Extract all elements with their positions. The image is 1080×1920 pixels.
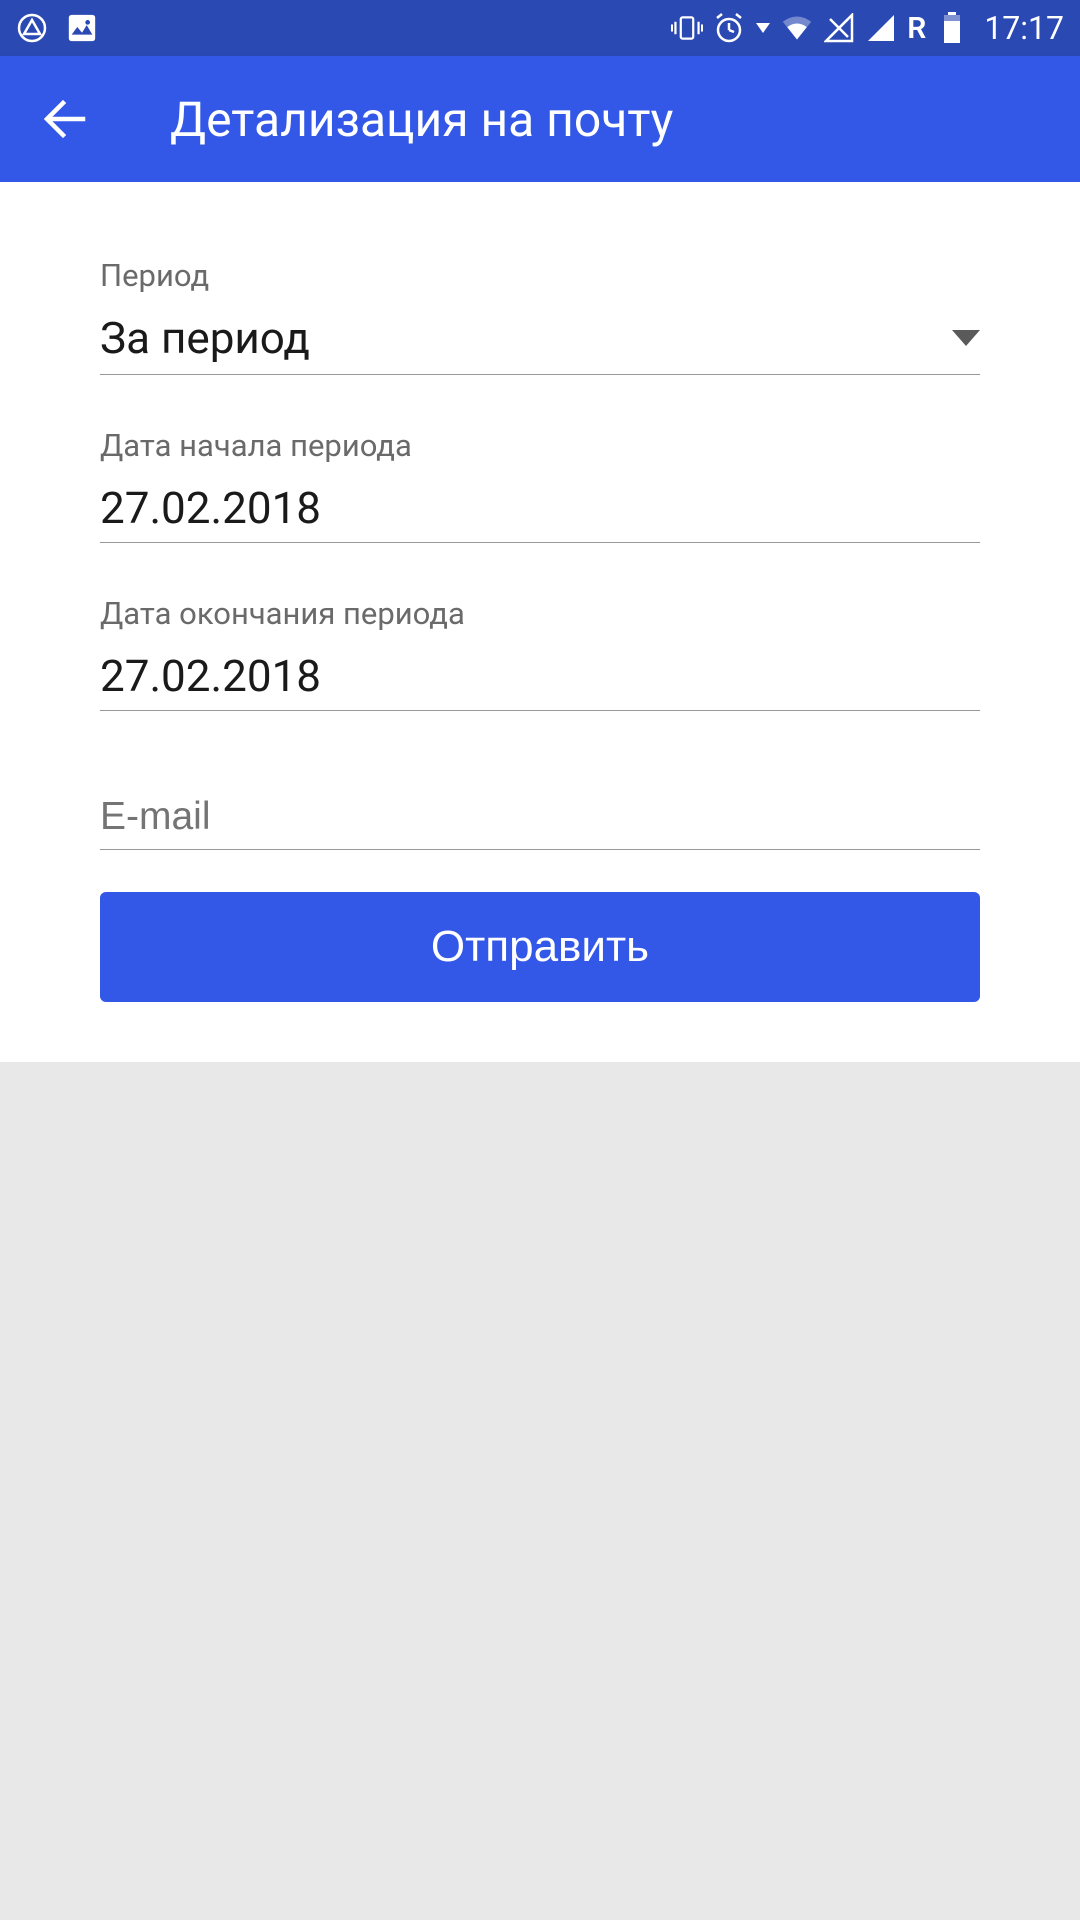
- end-date-field-group: Дата окончания периода 27.02.2018: [100, 595, 980, 711]
- signal-2-icon: [865, 12, 897, 44]
- period-select[interactable]: За период: [100, 312, 980, 375]
- start-date-label: Дата начала периода: [100, 427, 980, 464]
- status-right: R 17:17: [671, 9, 1064, 47]
- image-icon: [66, 12, 98, 44]
- app-notification-icon: [16, 12, 48, 44]
- start-date-field-group: Дата начала периода 27.02.2018: [100, 427, 980, 543]
- roaming-indicator: R: [907, 11, 926, 46]
- signal-1-icon: [823, 12, 855, 44]
- chevron-down-icon: [952, 330, 980, 346]
- email-field-wrap: [100, 795, 980, 850]
- alarm-icon: [713, 12, 745, 44]
- page-title: Детализация на почту: [170, 91, 673, 148]
- email-field[interactable]: [100, 795, 980, 839]
- form-card: Период За период Дата начала периода 27.…: [0, 182, 1080, 1062]
- start-date-field[interactable]: 27.02.2018: [100, 482, 980, 543]
- submit-button[interactable]: Отправить: [100, 892, 980, 1002]
- vibrate-icon: [671, 12, 703, 44]
- battery-icon: [936, 12, 968, 44]
- status-bar: R 17:17: [0, 0, 1080, 56]
- period-value: За период: [100, 312, 310, 364]
- status-left: [16, 12, 98, 44]
- wifi-icon: [781, 12, 813, 44]
- app-bar: Детализация на почту: [0, 56, 1080, 182]
- status-time: 17:17: [984, 9, 1064, 47]
- end-date-field[interactable]: 27.02.2018: [100, 650, 980, 711]
- dropdown-small-icon: [755, 12, 771, 44]
- end-date-label: Дата окончания периода: [100, 595, 980, 632]
- period-label: Период: [100, 257, 980, 294]
- period-field-group: Период За период: [100, 257, 980, 375]
- end-date-value: 27.02.2018: [100, 650, 321, 702]
- back-button[interactable]: [40, 94, 90, 144]
- start-date-value: 27.02.2018: [100, 482, 321, 534]
